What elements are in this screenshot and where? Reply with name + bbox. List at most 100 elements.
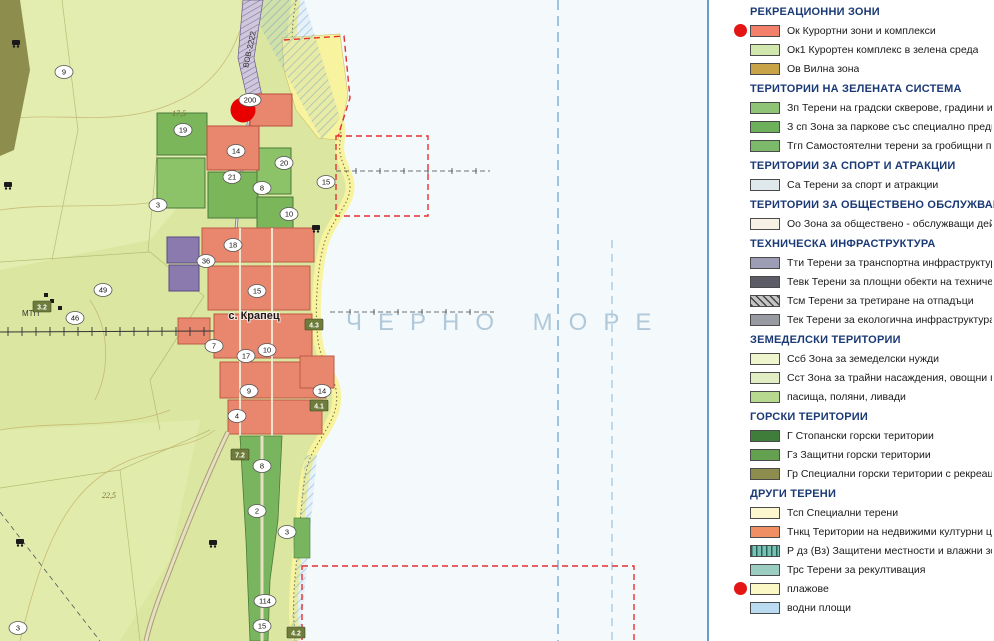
svg-text:9: 9	[62, 68, 66, 77]
parcel-marker[interactable]: 21	[223, 171, 241, 184]
map-svg[interactable]: ЧЕРНО МОРЕ с. Крапец ВОВ-2222 МТП 17,5 2…	[0, 0, 730, 641]
legend-swatch	[750, 63, 780, 75]
legend-item[interactable]: Тти Терени за транспортна инфраструктура	[750, 253, 992, 272]
parcel-marker[interactable]: 3	[9, 622, 27, 635]
legend-item[interactable]: Трс Терени за рекултивация	[750, 560, 992, 579]
svg-text:7.2: 7.2	[235, 453, 245, 460]
parcel-marker[interactable]: 17	[237, 350, 255, 363]
parcel-marker[interactable]: 20	[275, 157, 293, 170]
legend-swatch	[750, 507, 780, 519]
map-container[interactable]: ЧЕРНО МОРЕ с. Крапец ВОВ-2222 МТП 17,5 2…	[0, 0, 730, 641]
road-number-box[interactable]: 4.2	[287, 627, 305, 638]
annotation-dot	[734, 24, 747, 37]
legend-item-label: водни площи	[787, 602, 851, 614]
legend-item[interactable]: Оо Зона за обществено - обслужващи дейно	[750, 214, 992, 233]
parcel-marker[interactable]: 4	[228, 410, 246, 423]
legend-item[interactable]: Ок Курортни зони и комплекси	[750, 21, 992, 40]
parcel-marker[interactable]: 49	[94, 284, 112, 297]
legend-item[interactable]: Ов Вилна зона	[750, 59, 992, 78]
legend-item[interactable]: Ссб Зона за земеделски нужди	[750, 349, 992, 368]
legend-item[interactable]: Тевк Терени за площни обекти на техничес…	[750, 272, 992, 291]
legend-item-label: Тти Терени за транспортна инфраструктура	[787, 257, 992, 269]
parcel-marker[interactable]: 7	[205, 340, 223, 353]
legend-item[interactable]: водни площи	[750, 598, 992, 617]
legend-section-title: ГОРСКИ ТЕРИТОРИИ	[750, 411, 992, 423]
legend-swatch	[750, 583, 780, 595]
parcel-marker[interactable]: 15	[248, 285, 266, 298]
legend-item[interactable]: Гз Защитни горски територии	[750, 445, 992, 464]
svg-text:14: 14	[232, 147, 240, 156]
svg-text:18: 18	[229, 241, 237, 250]
legend-swatch	[750, 257, 780, 269]
legend-item[interactable]: Са Терени за спорт и атракции	[750, 175, 992, 194]
legend-item-label: плажове	[787, 583, 829, 595]
parcel-marker[interactable]: 15	[253, 620, 271, 633]
svg-text:7: 7	[212, 342, 216, 351]
legend-item[interactable]: Тек Терени за екологична инфраструктура	[750, 310, 992, 329]
legend-item[interactable]: Гр Специални горски територии с рекреаци…	[750, 464, 992, 483]
legend-item-label: Тгп Самостоятелни терени за гробищни пар…	[787, 140, 992, 152]
legend-item[interactable]: Тнкц Територии на недвижими културни цен	[750, 522, 992, 541]
svg-text:20: 20	[280, 159, 288, 168]
parcel-marker[interactable]: 8	[253, 182, 271, 195]
elevation-label: 22,5	[102, 491, 116, 500]
legend-item[interactable]: З сп Зона за паркове със специално предн…	[750, 117, 992, 136]
parcel-marker[interactable]: 114	[254, 595, 276, 608]
svg-text:10: 10	[285, 210, 293, 219]
parcel-marker[interactable]: 10	[280, 208, 298, 221]
annotation-dot	[734, 582, 747, 595]
sea-label: ЧЕРНО МОРЕ	[346, 309, 667, 336]
parcel-marker[interactable]: 10	[258, 344, 276, 357]
legend-swatch	[750, 295, 780, 307]
svg-text:15: 15	[322, 178, 330, 187]
legend-swatch	[750, 140, 780, 152]
parcel-marker[interactable]: 14	[313, 385, 331, 398]
legend-swatch	[750, 353, 780, 365]
parcel-marker[interactable]: 9	[55, 66, 73, 79]
legend-item[interactable]: Зп Терени на градски скверове, градини и…	[750, 98, 992, 117]
legend-item[interactable]: плажове	[750, 579, 992, 598]
legend-item[interactable]: Ок1 Курортен комплекс в зелена среда	[750, 40, 992, 59]
svg-text:114: 114	[259, 597, 271, 606]
legend-item-label: Гр Специални горски територии с рекреаци…	[787, 468, 992, 480]
svg-text:4.3: 4.3	[309, 323, 319, 330]
legend-item[interactable]: Сст Зона за трайни насаждения, овощни гр…	[750, 368, 992, 387]
legend-item-label: Тек Терени за екологична инфраструктура	[787, 314, 992, 326]
legend-item[interactable]: Г Стопански горски територии	[750, 426, 992, 445]
svg-text:49: 49	[99, 286, 107, 295]
legend-swatch	[750, 545, 780, 557]
parcel-marker[interactable]: 19	[174, 124, 192, 137]
parcel-marker[interactable]: 8	[253, 460, 271, 473]
parcel-marker[interactable]: 46	[66, 312, 84, 325]
legend-item[interactable]: пасища, поляни, ливади	[750, 387, 992, 406]
parcel-marker[interactable]: 3	[278, 526, 296, 539]
road-number-box[interactable]: 3.2	[33, 301, 51, 312]
parcel-marker[interactable]: 15	[317, 176, 335, 189]
road-number-box[interactable]: 4.3	[305, 319, 323, 330]
legend-item-label: Тевк Терени за площни обекти на техничес…	[787, 276, 992, 288]
svg-text:9: 9	[247, 387, 251, 396]
parcel-marker[interactable]: 3	[149, 199, 167, 212]
legend-item-label: Трс Терени за рекултивация	[787, 564, 925, 576]
road-number-box[interactable]: 7.2	[231, 449, 249, 460]
parcel-marker[interactable]: 14	[227, 145, 245, 158]
parcel-marker[interactable]: 9	[240, 385, 258, 398]
legend-item[interactable]: Тгп Самостоятелни терени за гробищни пар…	[750, 136, 992, 155]
legend-item[interactable]: Р дз (Вз) Защитени местности и влажни зо…	[750, 541, 992, 560]
svg-text:3.2: 3.2	[37, 305, 47, 312]
legend-item-label: Зп Терени на градски скверове, градини и…	[787, 102, 992, 114]
legend-item-label: Р дз (Вз) Защитени местности и влажни зо…	[787, 545, 992, 557]
legend-item[interactable]: Тсм Терени за третиране на отпадъци	[750, 291, 992, 310]
parcel-marker[interactable]: 18	[224, 239, 242, 252]
legend-section-title: ТЕРИТОРИИ ЗА СПОРТ И АТРАКЦИИ	[750, 160, 992, 172]
road-number-box[interactable]: 4.1	[310, 400, 328, 411]
parcel-marker[interactable]: 36	[197, 255, 215, 268]
parcel-marker[interactable]: 2	[248, 505, 266, 518]
legend-item-label: Са Терени за спорт и атракции	[787, 179, 938, 191]
coast-green-block	[294, 518, 310, 558]
legend-item-label: Ок1 Курортен комплекс в зелена среда	[787, 44, 978, 56]
legend-item[interactable]: Тсп Специални терени	[750, 503, 992, 522]
parcel-marker[interactable]: 200	[239, 94, 261, 107]
svg-text:15: 15	[258, 622, 266, 631]
svg-text:200: 200	[244, 96, 257, 105]
